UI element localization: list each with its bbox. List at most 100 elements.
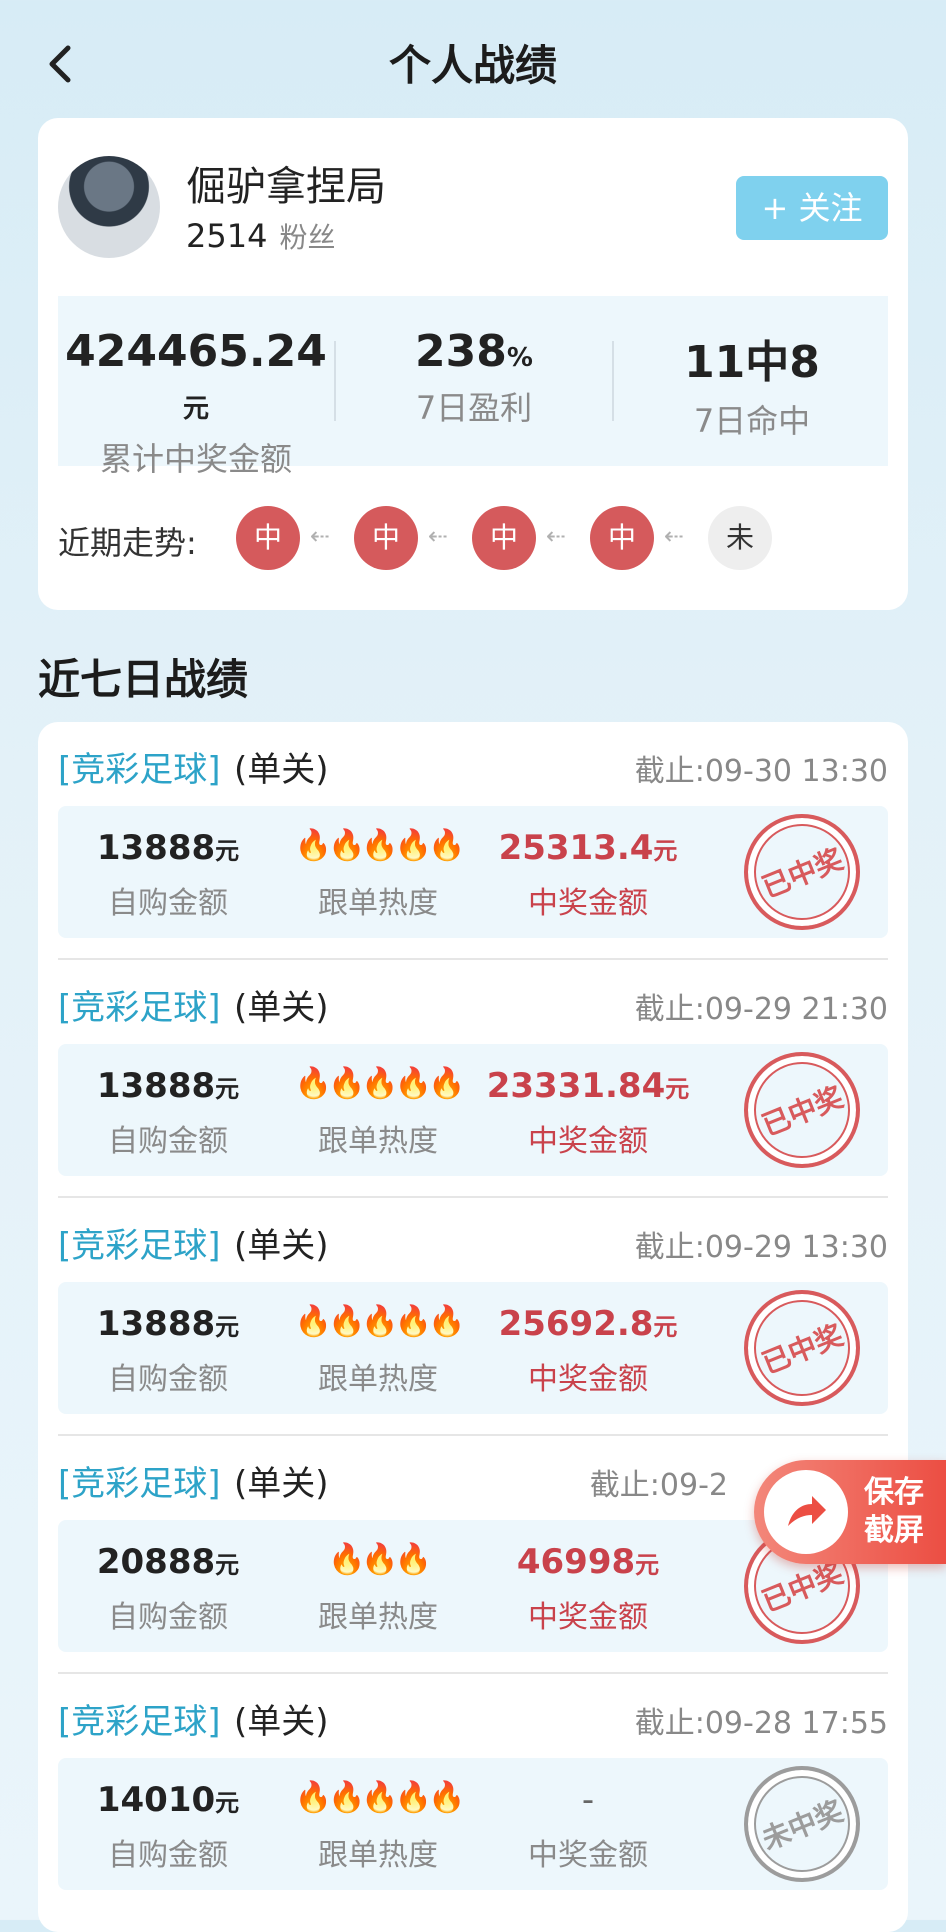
record-detail: 14010元 自购金额 🔥🔥🔥🔥🔥 跟单热度 - 中奖金额 未中奖	[58, 1748, 888, 1900]
self-amount: 13888	[96, 1304, 216, 1344]
prize: 25313.4元 中奖金额	[478, 828, 698, 922]
profile-card: 倔驴拿捏局 2514 粉丝 + 关注 424465.24 元 累计中奖金额 238%…	[38, 118, 908, 610]
stat-value: 11中8	[684, 337, 820, 388]
bet-type: (单关)	[234, 1702, 329, 1742]
lottery-type: [竞彩足球]	[58, 750, 221, 790]
lottery-type: [竞彩足球]	[58, 1226, 221, 1266]
flame-icon: 🔥🔥🔥🔥🔥	[294, 1066, 466, 1101]
self-unit: 元	[215, 1789, 240, 1817]
lottery-type: [竞彩足球]	[58, 988, 221, 1028]
self-unit: 元	[215, 1551, 240, 1579]
prize-amount: -	[581, 1780, 595, 1820]
deadline: 截止:09-28 17:55	[634, 1706, 888, 1741]
prize-amount: 25692.8	[498, 1304, 654, 1344]
bet-type: (单关)	[234, 1226, 329, 1266]
save-screenshot-label: 保存截屏	[864, 1475, 924, 1548]
bet-type: (单关)	[234, 988, 329, 1028]
heat-label: 跟单热度	[318, 886, 438, 921]
lottery-type: [竞彩足球]	[58, 1464, 221, 1504]
self-label: 自购金额	[108, 1124, 228, 1159]
self-label: 自购金额	[108, 1600, 228, 1635]
self-purchase: 13888元 自购金额	[58, 1304, 278, 1398]
heat-label: 跟单热度	[318, 1362, 438, 1397]
follow-button[interactable]: + 关注	[736, 176, 888, 240]
username: 倔驴拿捏局	[186, 164, 386, 210]
fans-label: 粉丝	[279, 221, 336, 254]
flame-icon: 🔥🔥🔥🔥🔥	[294, 1780, 466, 1815]
won-stamp: 已中奖	[726, 796, 878, 948]
records-list: [竞彩足球] (单关) 截止:09-30 13:30 13888元 自购金额 🔥…	[38, 722, 908, 1932]
prize: 23331.84元 中奖金额	[478, 1066, 698, 1160]
record-detail: 13888元 自购金额 🔥🔥🔥🔥🔥 跟单热度 25313.4元 中奖金额 已中奖	[58, 796, 888, 948]
share-arrow-icon	[764, 1470, 848, 1554]
prize: 46998元 中奖金额	[478, 1542, 698, 1636]
prize-unit: 元	[665, 1075, 690, 1103]
record-item[interactable]: [竞彩足球] (单关) 截止:09-30 13:30 13888元 自购金额 🔥…	[38, 722, 908, 960]
arrow-left-icon: ⇠	[310, 522, 331, 550]
save-screenshot-button[interactable]: 保存截屏	[754, 1460, 946, 1564]
record-item[interactable]: [竞彩足球] (单关) 截止:09-28 17:55 14010元 自购金额 🔥…	[38, 1674, 908, 1912]
bet-type: (单关)	[234, 1464, 329, 1504]
trend-dot-win: 中	[472, 506, 536, 570]
flame-icon: 🔥🔥🔥	[327, 1542, 432, 1577]
stat-label: 累计中奖金额	[99, 440, 292, 478]
follow-heat: 🔥🔥🔥🔥🔥 跟单热度	[268, 1780, 488, 1874]
stat-value: 238	[415, 326, 507, 377]
heat-label: 跟单热度	[318, 1600, 438, 1635]
deadline: 截止:09-30 13:30	[634, 754, 888, 789]
record-item[interactable]: [竞彩足球] (单关) 截止:09-29 21:30 13888元 自购金额 🔥…	[38, 960, 908, 1198]
lost-stamp: 未中奖	[726, 1748, 878, 1900]
fans-number: 2514	[186, 217, 268, 255]
prize-label: 中奖金额	[528, 1600, 648, 1635]
stat-7day-hits: 11中8 7日命中	[614, 326, 890, 442]
fans-count: 2514 粉丝	[186, 216, 335, 256]
self-label: 自购金额	[108, 1362, 228, 1397]
stats-panel: 424465.24 元 累计中奖金额 238% 7日盈利 11中8 7日命中	[58, 296, 890, 478]
prize-label: 中奖金额	[528, 1124, 648, 1159]
heat-label: 跟单热度	[318, 1838, 438, 1873]
follow-heat: 🔥🔥🔥 跟单热度	[268, 1542, 488, 1636]
arrow-left-icon: ⇠	[546, 522, 567, 550]
deadline: 截止:09-29 21:30	[634, 992, 888, 1027]
trend-dot-win: 中	[354, 506, 418, 570]
stat-label: 7日命中	[693, 402, 811, 440]
prize-unit: 元	[653, 1313, 678, 1341]
self-amount: 14010	[96, 1780, 216, 1820]
arrow-left-icon: ⇠	[664, 522, 685, 550]
self-purchase: 14010元 自购金额	[58, 1780, 278, 1874]
deadline: 截止:09-29 13:30	[634, 1230, 888, 1265]
follow-heat: 🔥🔥🔥🔥🔥 跟单热度	[268, 1304, 488, 1398]
self-unit: 元	[215, 1313, 240, 1341]
follow-heat: 🔥🔥🔥🔥🔥 跟单热度	[268, 828, 488, 922]
arrow-left-icon: ⇠	[428, 522, 449, 550]
avatar[interactable]	[58, 156, 160, 258]
self-purchase: 13888元 自购金额	[58, 828, 278, 922]
top-bar: 个人战绩	[0, 0, 946, 120]
self-amount: 13888	[96, 828, 216, 868]
record-detail: 13888元 自购金额 🔥🔥🔥🔥🔥 跟单热度 25692.8元 中奖金额 已中奖	[58, 1272, 888, 1424]
self-label: 自购金额	[108, 886, 228, 921]
trend-dot-win: 中	[236, 506, 300, 570]
won-stamp: 已中奖	[726, 1034, 878, 1186]
flame-icon: 🔥🔥🔥🔥🔥	[294, 828, 466, 863]
prize-amount: 46998	[516, 1542, 636, 1582]
prize-label: 中奖金额	[528, 1362, 648, 1397]
prize-amount: 23331.84	[486, 1066, 666, 1106]
self-amount: 20888	[96, 1542, 216, 1582]
trend-label: 近期走势:	[58, 524, 197, 562]
section-title: 近七日战绩	[38, 655, 249, 704]
won-stamp: 已中奖	[726, 1272, 878, 1424]
self-unit: 元	[215, 1075, 240, 1103]
stat-label: 7日盈利	[415, 389, 533, 427]
stat-unit: %	[506, 343, 533, 373]
self-label: 自购金额	[108, 1838, 228, 1873]
stat-7day-profit: 238% 7日盈利	[336, 326, 612, 429]
prize: 25692.8元 中奖金额	[478, 1304, 698, 1398]
page-title: 个人战绩	[388, 41, 557, 90]
lottery-type: [竞彩足球]	[58, 1702, 221, 1742]
self-purchase: 13888元 自购金额	[58, 1066, 278, 1160]
self-purchase: 20888元 自购金额	[58, 1542, 278, 1636]
prize-label: 中奖金额	[528, 1838, 648, 1873]
record-item[interactable]: [竞彩足球] (单关) 截止:09-29 13:30 13888元 自购金额 🔥…	[38, 1198, 908, 1436]
stat-total-prize: 424465.24 元 累计中奖金额	[58, 326, 334, 480]
